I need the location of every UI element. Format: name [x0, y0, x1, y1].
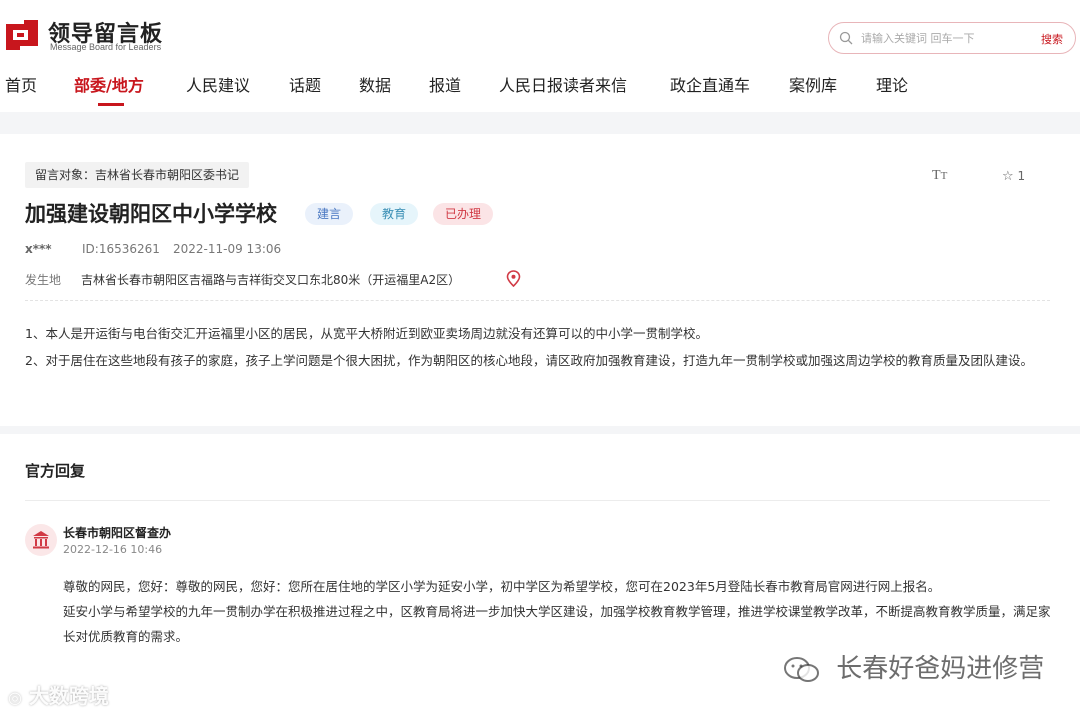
favorite-count: 1 [1017, 169, 1026, 183]
search-icon [839, 31, 853, 45]
watermark-left: ◎ 大数跨境 [8, 684, 109, 708]
message-target-tag: 留言对象：吉林省长春市朝阳区委书记 [25, 162, 250, 188]
message-paragraph: 2、对于居住在这些地段有孩子的家庭，孩子上学问题是个很大困扰，作为朝阳区的核心地… [25, 353, 1033, 368]
field-badge: 教育 [370, 203, 419, 225]
site-header: 领导留言板 Message Board for Leaders 搜索 首页 部委… [0, 0, 1080, 112]
message-paragraph: 1、本人是开运街与电台街交汇开运福里小区的居民，从宽平大桥附近到欧亚卖场周边就没… [25, 326, 708, 341]
location-value: 吉林省长春市朝阳区吉福路与吉祥街交叉口东北80米（开运福里A2区） [81, 273, 461, 287]
section-divider [25, 300, 1050, 301]
reply-divider [25, 500, 1050, 501]
favorite-button[interactable]: ☆ 1 [1002, 169, 1025, 184]
search-box: 搜索 [828, 22, 1076, 54]
watermark-right: 长春好爸妈进修营 [782, 648, 1044, 685]
nav-active-indicator [98, 103, 124, 106]
search-button[interactable]: 搜索 [1041, 31, 1063, 47]
government-building-icon [25, 524, 57, 556]
author-name: x*** [25, 242, 52, 256]
wechat-icon [784, 656, 819, 682]
message-title: 加强建设朝阳区中小学学校 [25, 202, 277, 226]
reply-body: 尊敬的网民，您好：尊敬的网民，您好：您所在居住地的学区小学为延安小学，初中学区为… [63, 574, 1053, 649]
star-icon: ☆ [1002, 169, 1014, 184]
weibo-icon: ◎ [8, 688, 22, 707]
nav-item-topics[interactable]: 话题 [289, 72, 321, 96]
reply-heading: 官方回复 [25, 462, 86, 480]
site-logo[interactable]: 领导留言板 Message Board for Leaders [4, 14, 174, 56]
nav-item-business-channel[interactable]: 政企直通车 [670, 72, 750, 96]
logo-mark-icon [6, 20, 38, 50]
status-badge: 已办理 [433, 203, 494, 225]
reply-organization: 长春市朝阳区督查办 [63, 526, 172, 540]
location-label: 发生地 [25, 273, 62, 287]
nav-item-theory[interactable]: 理论 [876, 72, 908, 96]
message-body: 1、本人是开运街与电台街交汇开运福里小区的居民，从宽平大桥附近到欧亚卖场周边就没… [25, 320, 1055, 374]
map-pin-icon[interactable] [506, 270, 521, 287]
reply-date: 2022-12-16 10:46 [63, 543, 163, 556]
logo-subtitle: Message Board for Leaders [50, 42, 162, 52]
message-id: ID:16536261 [82, 242, 160, 256]
reply-paragraph: 尊敬的网民，您好：尊敬的网民，您好：您所在居住地的学区小学为延安小学，初中学区为… [63, 579, 941, 594]
nav-item-case-library[interactable]: 案例库 [789, 72, 837, 96]
reply-paragraph: 延安小学与希望学校的九年一贯制办学在积极推进过程之中，区教育局将进一步加快大学区… [63, 604, 1051, 644]
type-badge: 建言 [305, 203, 354, 225]
message-datetime: 2022-11-09 13:06 [173, 242, 282, 256]
nav-item-readers-letters[interactable]: 人民日报读者来信 [499, 72, 627, 96]
nav-item-reports[interactable]: 报道 [429, 72, 461, 96]
message-card: 留言对象：吉林省长春市朝阳区委书记 TT ☆ 1 加强建设朝阳区中小学学校 建言… [0, 134, 1080, 426]
nav-item-people-suggestions[interactable]: 人民建议 [186, 72, 250, 96]
search-input[interactable] [861, 27, 1021, 49]
nav-item-departments[interactable]: 部委/地方 [74, 72, 144, 96]
nav-item-home[interactable]: 首页 [5, 72, 37, 96]
text-size-icon[interactable]: TT [932, 168, 947, 184]
nav-item-data[interactable]: 数据 [359, 72, 391, 96]
